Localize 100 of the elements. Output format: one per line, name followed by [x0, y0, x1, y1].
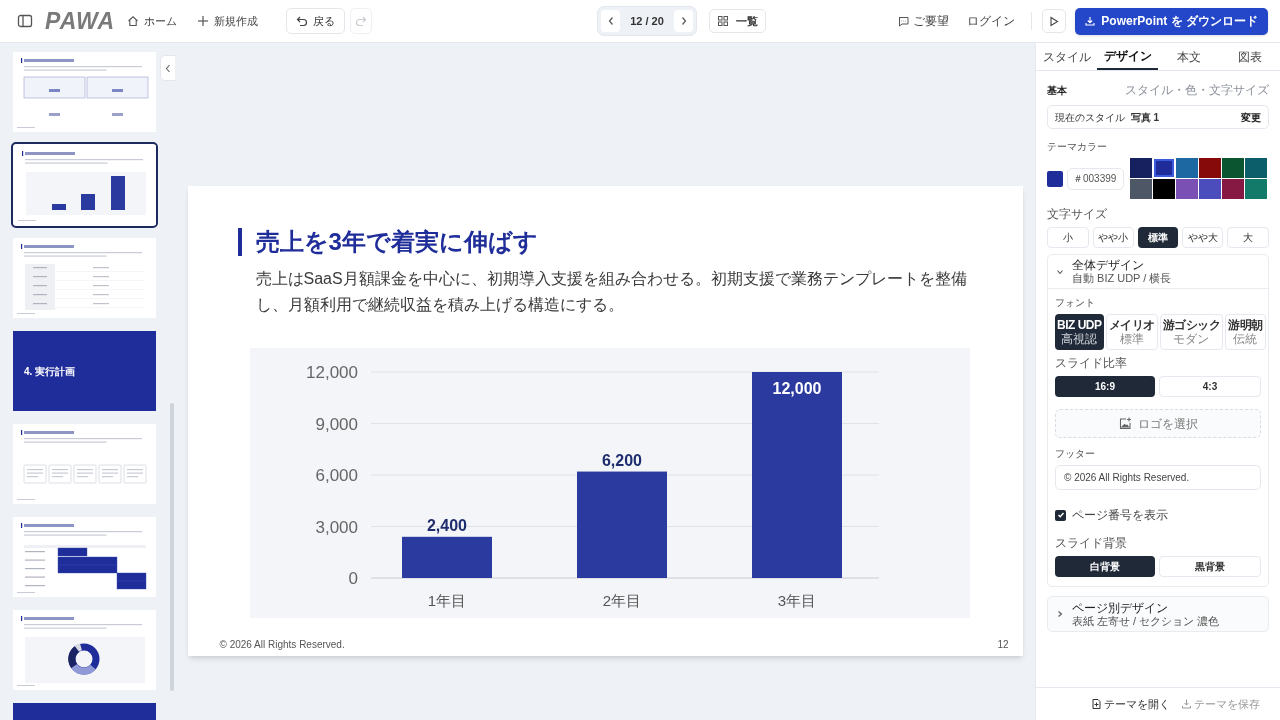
- color-swatch[interactable]: [1130, 158, 1152, 178]
- accordion-header[interactable]: 全体デザイン 自動 BIZ UDP / 横長: [1048, 255, 1268, 289]
- color-swatch[interactable]: [1153, 158, 1175, 178]
- color-swatch[interactable]: [1176, 179, 1198, 199]
- current-style-label: 現在のスタイル 写真 1: [1055, 110, 1160, 125]
- slide-footer: © 2026 All Rights Reserved.: [219, 637, 345, 652]
- axis-tick-label: 6,000: [314, 466, 358, 485]
- play-icon: [1049, 15, 1060, 27]
- sidebar-toggle-icon[interactable]: [17, 13, 33, 29]
- checkbox-label: ページ番号を表示: [1072, 507, 1168, 524]
- section-title: 4. 実行計画: [24, 364, 76, 379]
- collapse-button[interactable]: [160, 55, 175, 81]
- hex-input-field[interactable]: ＃003399: [1067, 167, 1124, 190]
- present-button[interactable]: [1042, 9, 1067, 33]
- title-accent-bar: [237, 228, 242, 256]
- ratio-option[interactable]: 16:9: [1055, 376, 1155, 397]
- section-heading: 基本: [1047, 83, 1067, 98]
- download-button[interactable]: PowerPoint を ダウンロード: [1075, 7, 1268, 35]
- color-swatch[interactable]: [1153, 179, 1175, 199]
- data-label: 12,000: [772, 380, 821, 397]
- plus-icon: [197, 15, 210, 27]
- font-option[interactable]: 游ゴシック モダン: [1159, 314, 1223, 350]
- color-swatch[interactable]: [1245, 158, 1267, 178]
- panel-tab[interactable]: デザイン: [1097, 43, 1158, 70]
- size-option[interactable]: 標準: [1138, 227, 1178, 248]
- axis-tick-label: 3,000: [314, 517, 358, 537]
- axis-tick-label: 12,000: [305, 363, 358, 382]
- category-label: 1年目: [427, 592, 466, 609]
- background-option[interactable]: 黒背景: [1159, 556, 1261, 577]
- axis-tick-label: 0: [348, 569, 358, 588]
- category-label: 2年目: [602, 592, 641, 609]
- size-option[interactable]: やや小: [1092, 227, 1135, 248]
- grid-icon: [717, 16, 728, 26]
- undo-icon: [296, 15, 309, 27]
- panel-tab[interactable]: 図表: [1219, 43, 1280, 70]
- font-option[interactable]: BIZ UDP 高視認: [1055, 314, 1104, 350]
- home-icon: [127, 15, 140, 27]
- panel-tab[interactable]: スタイル: [1036, 43, 1097, 70]
- chevron-left-icon: [606, 16, 615, 26]
- accordion-title: ページ別デザイン: [1072, 600, 1169, 615]
- logo-select-button[interactable]: ロゴを選択: [1055, 409, 1261, 438]
- add-image-icon: [1118, 417, 1132, 430]
- font-option[interactable]: メイリオ 標準: [1105, 314, 1158, 350]
- color-swatch[interactable]: [1199, 179, 1221, 199]
- slide-thumbnail[interactable]: 4. 実行計画: [13, 331, 156, 411]
- next-page-button[interactable]: [674, 10, 694, 32]
- font-option[interactable]: 游明朝 伝統: [1225, 314, 1266, 350]
- field-label: スライド背景: [1055, 535, 1128, 552]
- download-icon: [1085, 16, 1096, 26]
- undo-button[interactable]: 戻る: [286, 8, 346, 34]
- feedback-link[interactable]: ご要望: [898, 12, 950, 30]
- slide-body-text: 売上はSaaS月額課金を中心に、初期導入支援を組み合わせる。初期支援で業務テンプレートを整備し、月額利用で継続収益を積み上げる構造にする。: [255, 269, 968, 315]
- axis-tick-label: 9,000: [314, 414, 358, 434]
- check-icon: [1056, 511, 1065, 519]
- color-swatch[interactable]: [1176, 158, 1198, 178]
- color-swatch[interactable]: [1222, 179, 1244, 199]
- category-label: 3年目: [777, 592, 816, 609]
- theme-action-link[interactable]: テーマを開く: [1092, 695, 1170, 713]
- chevron-right-icon: [679, 16, 688, 26]
- checkbox[interactable]: [1055, 509, 1066, 521]
- color-swatch[interactable]: [1130, 179, 1152, 199]
- message-icon: [898, 15, 910, 27]
- color-swatch[interactable]: [1199, 158, 1221, 178]
- color-swatch[interactable]: [1222, 158, 1244, 178]
- size-option[interactable]: 小: [1047, 227, 1089, 248]
- slide-title: 売上を3年で着実に伸ばす: [255, 227, 538, 257]
- data-label: 6,200: [601, 451, 642, 469]
- page-number: 12: [997, 638, 1009, 652]
- field-label: 文字サイズ: [1047, 206, 1108, 223]
- previous-page-button[interactable]: [601, 10, 621, 32]
- footer-input-field[interactable]: © 2026 All Rights Reserved.: [1055, 465, 1261, 490]
- nav-link[interactable]: 新規作成: [197, 12, 259, 30]
- field-label: フッター: [1055, 447, 1096, 461]
- chevron-left-icon: [165, 63, 171, 73]
- accordion-title: 全体デザイン: [1072, 258, 1145, 272]
- accordion-subtitle: 自動 BIZ UDP / 横長: [1072, 272, 1172, 285]
- panel-tab[interactable]: 本文: [1158, 43, 1219, 70]
- login-link[interactable]: ログイン: [967, 12, 1016, 30]
- nav-link[interactable]: ホーム: [127, 12, 178, 30]
- current-color-swatch[interactable]: [1047, 170, 1063, 187]
- redo-icon: [355, 15, 368, 27]
- download-icon: [1182, 699, 1191, 709]
- change-link[interactable]: 変更: [1241, 109, 1261, 125]
- file-icon: [1092, 699, 1101, 709]
- page-indicator: 12 / 20: [629, 13, 665, 29]
- accordion-header[interactable]: ページ別デザイン 表紙 左寄せ / セクション 濃色: [1048, 597, 1268, 631]
- color-swatch[interactable]: [1245, 179, 1267, 199]
- section-hint: スタイル・色・文字サイズ: [1125, 82, 1269, 99]
- background-option[interactable]: 白背景: [1055, 556, 1155, 577]
- size-option[interactable]: 大: [1227, 227, 1269, 248]
- chevron-down-icon: [1056, 267, 1064, 276]
- data-label: 2,400: [426, 516, 467, 534]
- chevron-right-icon: [1056, 610, 1064, 618]
- accordion-subtitle: 表紙 左寄せ / セクション 濃色: [1072, 614, 1220, 628]
- ratio-option[interactable]: 4:3: [1159, 376, 1261, 397]
- app-logo: PAWA: [45, 6, 116, 36]
- overview-button[interactable]: 一覧: [709, 9, 767, 33]
- slide-thumbnail[interactable]: [11, 142, 158, 228]
- size-option[interactable]: やや大: [1181, 227, 1224, 248]
- field-label: テーマカラー: [1047, 140, 1108, 154]
